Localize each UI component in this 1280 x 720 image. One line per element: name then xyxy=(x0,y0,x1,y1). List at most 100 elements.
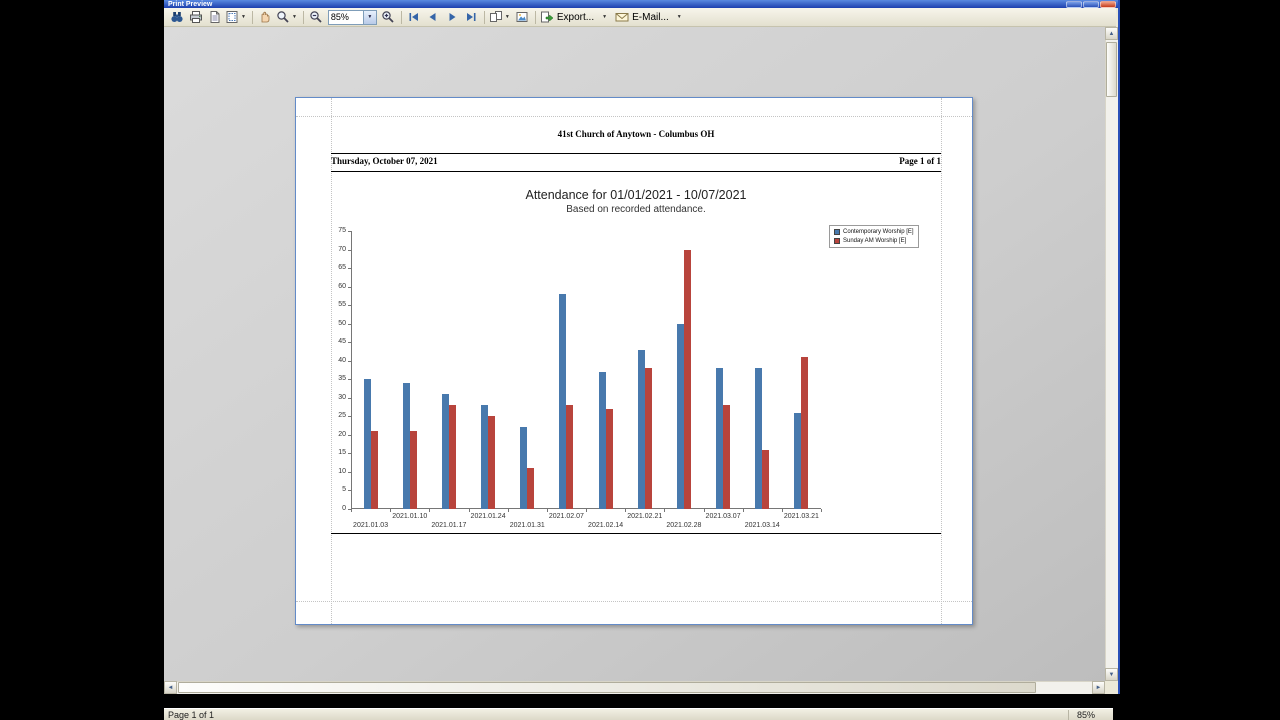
print-button[interactable] xyxy=(186,9,205,26)
find-button[interactable] xyxy=(167,9,186,26)
x-tick xyxy=(351,509,352,512)
multiple-pages-button[interactable]: ▼ xyxy=(488,9,513,26)
minimize-button[interactable] xyxy=(1066,1,1082,8)
export-dropdown-button[interactable]: ▼ xyxy=(595,9,614,26)
x-tick xyxy=(625,509,626,512)
watermark-button[interactable] xyxy=(513,9,532,26)
y-tick xyxy=(348,342,351,343)
page-setup-button[interactable] xyxy=(205,9,224,26)
x-tick-label: 2021.01.03 xyxy=(349,522,393,530)
first-page-button[interactable] xyxy=(405,9,424,26)
y-tick-label: 60 xyxy=(326,283,346,291)
scroll-corner xyxy=(1105,681,1118,694)
vertical-scrollbar[interactable]: ▲ ▼ xyxy=(1105,27,1118,681)
y-tick xyxy=(348,472,351,473)
legend-label: Contemporary Worship [E] xyxy=(843,229,914,235)
y-tick xyxy=(348,490,351,491)
window-title: Print Preview xyxy=(164,0,1118,8)
x-tick xyxy=(508,509,509,512)
arrow-up-icon: ▲ xyxy=(1109,31,1115,37)
toolbar: ▼ ▼ 85% ▼ xyxy=(164,8,1116,27)
toolbar-separator xyxy=(252,11,253,24)
y-tick xyxy=(348,324,351,325)
y-tick-label: 0 xyxy=(326,505,346,513)
y-tick-label: 35 xyxy=(326,375,346,383)
vertical-scroll-thumb[interactable] xyxy=(1106,42,1117,97)
close-button[interactable] xyxy=(1100,1,1116,8)
watermark-icon xyxy=(515,10,529,24)
y-tick-label: 50 xyxy=(326,320,346,328)
y-tick-label: 30 xyxy=(326,394,346,402)
next-page-button[interactable] xyxy=(443,9,462,26)
previous-page-icon xyxy=(426,10,440,24)
x-tick xyxy=(743,509,744,512)
legend-entry: Contemporary Worship [E] xyxy=(834,229,914,235)
horizontal-scrollbar[interactable]: ◄ ► xyxy=(164,681,1105,694)
scroll-left-button[interactable]: ◄ xyxy=(164,681,177,694)
x-tick xyxy=(821,509,822,512)
scroll-up-button[interactable]: ▲ xyxy=(1105,27,1118,40)
bar-series-2 xyxy=(371,431,378,509)
x-tick xyxy=(547,509,548,512)
y-tick-label: 15 xyxy=(326,449,346,457)
chevron-down-icon: ▼ xyxy=(239,14,248,20)
x-tick-label: 2021.02.28 xyxy=(662,522,706,530)
y-tick xyxy=(348,435,351,436)
scroll-right-button[interactable]: ► xyxy=(1092,681,1105,694)
plot-area xyxy=(351,231,821,509)
bar-series-2 xyxy=(723,405,730,509)
zoom-in-button[interactable] xyxy=(379,9,398,26)
zoom-out-icon xyxy=(309,10,323,24)
y-tick xyxy=(348,361,351,362)
email-button[interactable]: E-Mail... xyxy=(614,9,670,26)
page-layout-button[interactable]: ▼ xyxy=(224,9,249,26)
bar-series-2 xyxy=(410,431,417,509)
email-dropdown-button[interactable]: ▼ xyxy=(670,9,689,26)
bar-series-1 xyxy=(442,394,449,509)
y-tick-label: 20 xyxy=(326,431,346,439)
scroll-down-button[interactable]: ▼ xyxy=(1105,668,1118,681)
bar-series-1 xyxy=(559,294,566,509)
bar-series-2 xyxy=(801,357,808,509)
horizontal-scroll-thumb[interactable] xyxy=(178,682,1036,693)
bar-series-1 xyxy=(481,405,488,509)
y-tick-label: 40 xyxy=(326,357,346,365)
report-page: 41st Church of Anytown - Columbus OH Thu… xyxy=(295,97,973,625)
titlebar[interactable]: Print Preview xyxy=(164,0,1118,8)
y-tick xyxy=(348,231,351,232)
bar-series-2 xyxy=(684,250,691,509)
page-setup-icon xyxy=(208,10,222,24)
x-tick-label: 2021.01.24 xyxy=(466,513,510,521)
x-tick-label: 2021.01.31 xyxy=(505,522,549,530)
x-tick-label: 2021.01.17 xyxy=(427,522,471,530)
zoom-in-icon xyxy=(381,10,395,24)
y-tick-label: 70 xyxy=(326,246,346,254)
bar-series-2 xyxy=(449,405,456,509)
preview-area[interactable]: 41st Church of Anytown - Columbus OH Thu… xyxy=(164,27,1105,681)
y-tick-label: 55 xyxy=(326,301,346,309)
zoom-combo-arrow[interactable]: ▼ xyxy=(364,10,377,25)
print-preview-window: Print Preview ▼ ▼ xyxy=(164,0,1120,694)
chevron-down-icon: ▼ xyxy=(503,14,512,20)
y-tick xyxy=(348,287,351,288)
y-tick-label: 10 xyxy=(326,468,346,476)
bar-series-1 xyxy=(755,368,762,509)
x-tick xyxy=(704,509,705,512)
zoom-tool-button[interactable]: ▼ xyxy=(275,9,300,26)
export-button[interactable]: Export... xyxy=(539,9,595,26)
bar-series-2 xyxy=(527,468,534,509)
zoom-out-button[interactable] xyxy=(307,9,326,26)
attendance-chart: 0510152025303540455055606570752021.01.03… xyxy=(296,98,972,624)
x-tick xyxy=(429,509,430,512)
y-tick-label: 5 xyxy=(326,486,346,494)
zoom-combo[interactable]: 85% ▼ xyxy=(328,10,377,25)
last-page-button[interactable] xyxy=(462,9,481,26)
email-button-label: E-Mail... xyxy=(632,12,669,23)
zoom-combo-value[interactable]: 85% xyxy=(328,10,364,25)
maximize-button[interactable] xyxy=(1083,1,1099,8)
arrow-right-icon: ► xyxy=(1096,685,1102,691)
bar-series-1 xyxy=(716,368,723,509)
hand-tool-button[interactable] xyxy=(256,9,275,26)
previous-page-button[interactable] xyxy=(424,9,443,26)
bar-series-1 xyxy=(599,372,606,509)
